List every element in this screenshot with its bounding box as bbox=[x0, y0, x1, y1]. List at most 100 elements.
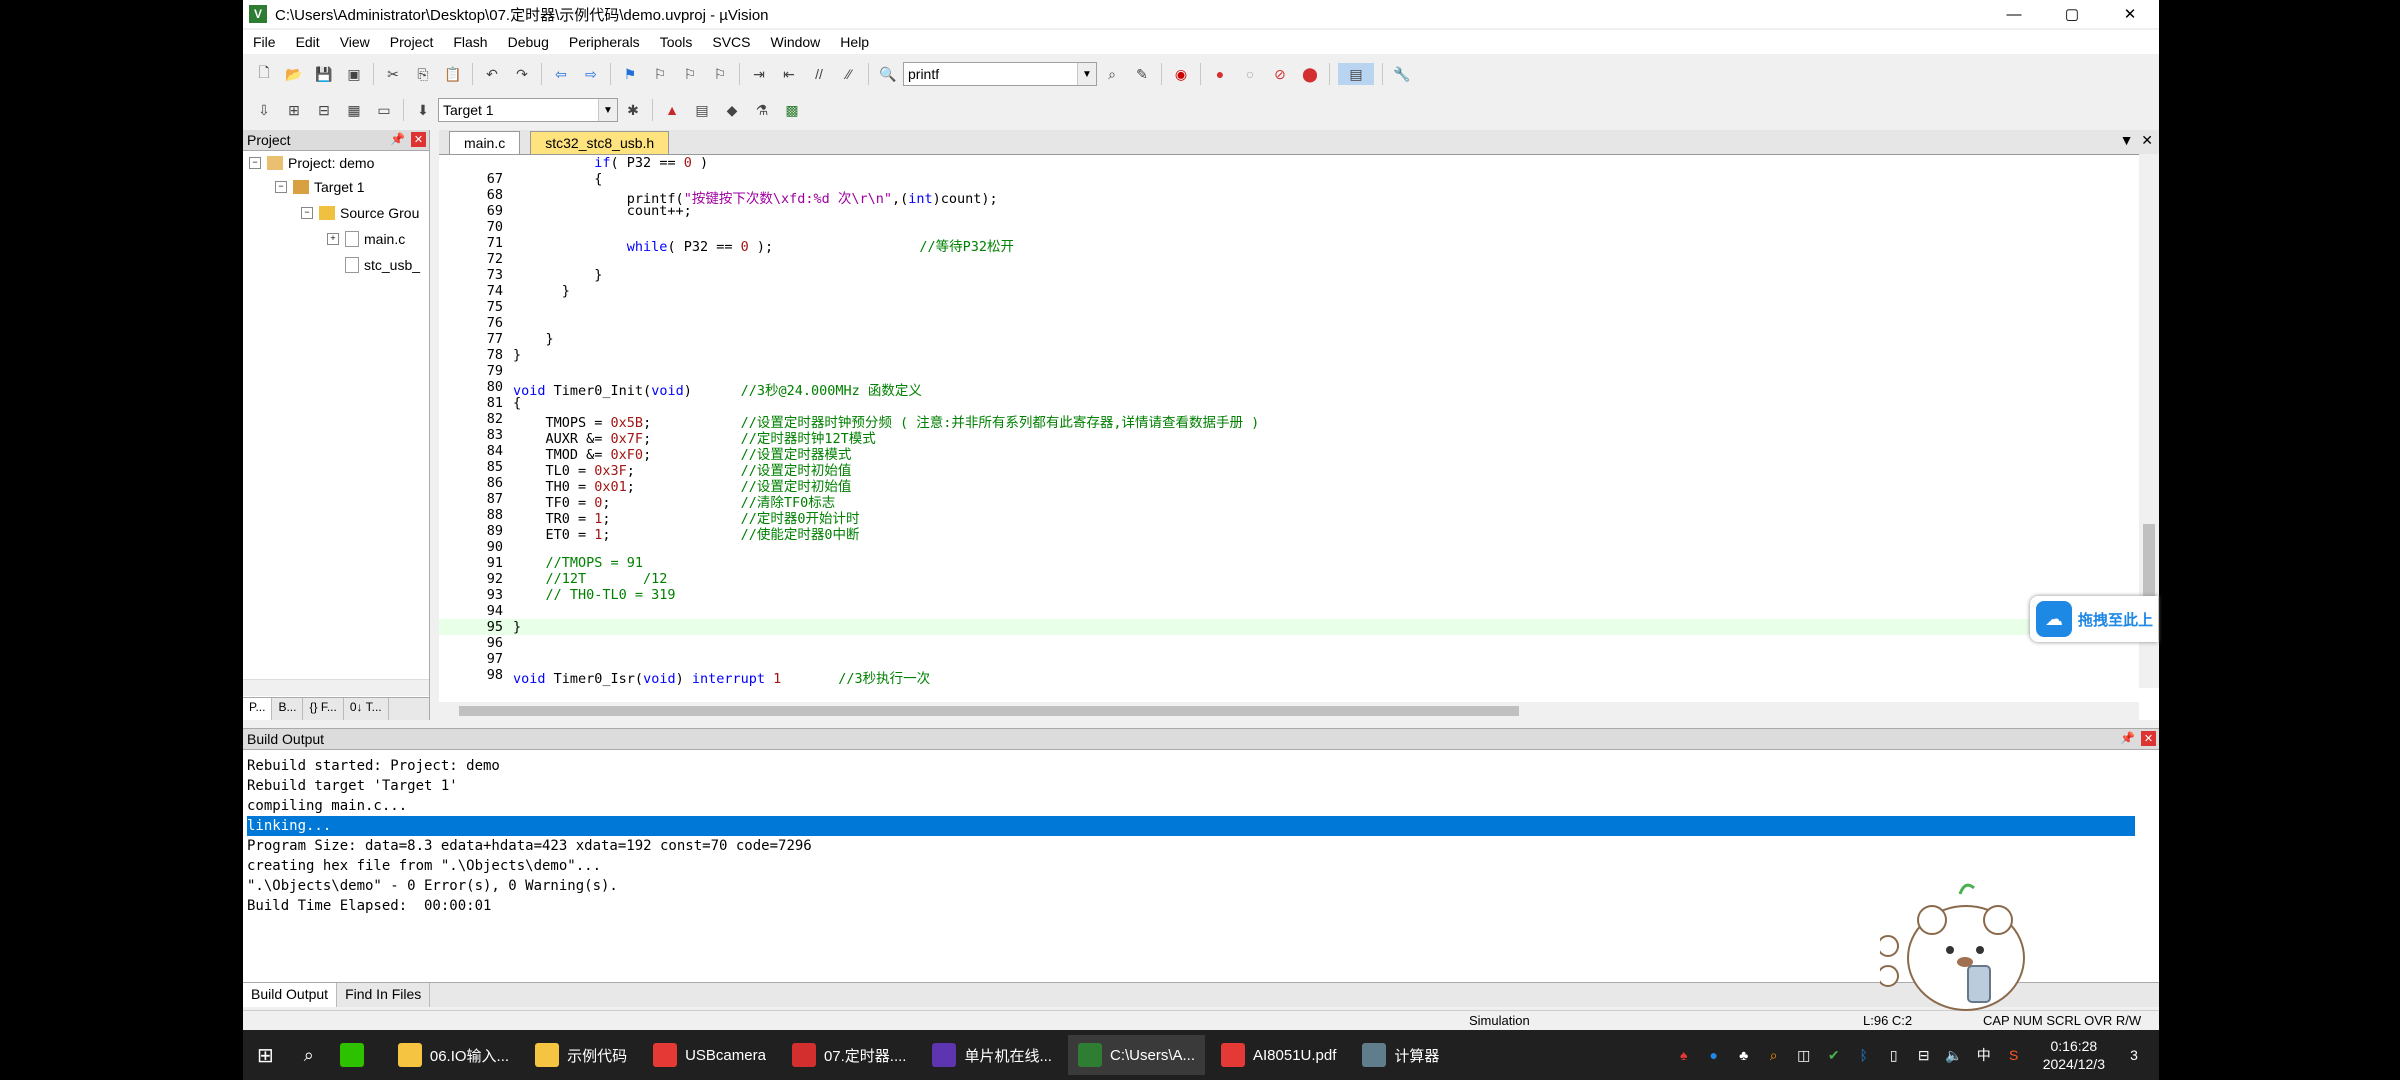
bookmark-clear-icon[interactable]: ⚐ bbox=[709, 63, 731, 85]
tray-app-icon[interactable]: ◫ bbox=[1795, 1046, 1813, 1064]
menu-project[interactable]: Project bbox=[380, 34, 444, 50]
minimize-button[interactable]: — bbox=[1985, 0, 2043, 28]
tray-app-icon[interactable]: S bbox=[2005, 1046, 2023, 1064]
manage-components-icon[interactable]: ▲ bbox=[661, 99, 683, 121]
menu-file[interactable]: File bbox=[243, 34, 286, 50]
menu-window[interactable]: Window bbox=[761, 34, 831, 50]
taskbar-item[interactable]: 06.IO输入... bbox=[388, 1035, 519, 1075]
window-layout-icon[interactable]: ▤ bbox=[1338, 63, 1374, 85]
menu-view[interactable]: View bbox=[330, 34, 380, 50]
open-folder-icon[interactable]: 📂 bbox=[283, 63, 305, 85]
collapse-icon[interactable]: − bbox=[249, 157, 261, 169]
nav-back-icon[interactable]: ⇦ bbox=[550, 63, 572, 85]
indent-icon[interactable]: ⇥ bbox=[748, 63, 770, 85]
target-select[interactable]: Target 1 ▼ bbox=[438, 98, 618, 122]
close-button[interactable]: ✕ bbox=[2101, 0, 2159, 28]
start-button[interactable]: ⊞ bbox=[243, 1035, 288, 1075]
tray-app-icon[interactable]: ♠ bbox=[1675, 1046, 1693, 1064]
clock[interactable]: 0:16:28 2024/12/3 bbox=[2043, 1037, 2105, 1073]
save-icon[interactable]: 💾 bbox=[313, 63, 335, 85]
find-combo[interactable]: printf ▼ bbox=[903, 62, 1097, 86]
editor-hscroll[interactable] bbox=[439, 702, 2139, 720]
tree-node-main-c[interactable]: + main.c bbox=[327, 231, 405, 247]
menu-tools[interactable]: Tools bbox=[650, 34, 703, 50]
undo-icon[interactable]: ↶ bbox=[481, 63, 503, 85]
redo-icon[interactable]: ↷ bbox=[511, 63, 533, 85]
tray-app-icon[interactable]: ✔ bbox=[1825, 1046, 1843, 1064]
close-icon[interactable]: ✕ bbox=[2141, 731, 2156, 746]
taskbar-item[interactable]: 计算器 bbox=[1352, 1035, 1449, 1075]
bookmark-next-icon[interactable]: ⚐ bbox=[679, 63, 701, 85]
search-button[interactable]: ⌕ bbox=[294, 1035, 324, 1075]
menu-debug[interactable]: Debug bbox=[498, 34, 559, 50]
unindent-icon[interactable]: ⇤ bbox=[778, 63, 800, 85]
breakpoint-disable-icon[interactable]: ○ bbox=[1239, 63, 1261, 85]
incremental-find-icon[interactable]: ✎ bbox=[1131, 63, 1153, 85]
tree-node-project[interactable]: − Project: demo bbox=[249, 155, 374, 171]
code-area[interactable]: if( P32 == 0 ) 67 { 68 printf("按键按下次数\xf… bbox=[439, 155, 2159, 689]
find-icon[interactable]: ⌕ bbox=[1101, 63, 1123, 85]
rebuild-icon[interactable]: ⊟ bbox=[313, 99, 335, 121]
drag-here-badge[interactable]: ☁ 拖拽至此上 bbox=[2030, 596, 2158, 642]
find-in-files-icon[interactable]: 🔍 bbox=[877, 63, 899, 85]
debug-session-icon[interactable]: ◉ bbox=[1170, 63, 1192, 85]
comment-icon[interactable]: // bbox=[808, 63, 830, 85]
breakpoint-kill-icon[interactable]: ⊘ bbox=[1269, 63, 1291, 85]
pin-icon[interactable]: 📌 bbox=[390, 132, 405, 146]
taskbar-item[interactable]: 07.定时器.... bbox=[782, 1035, 917, 1075]
run-time-env-icon[interactable]: ▩ bbox=[781, 99, 803, 121]
bookmark-prev-icon[interactable]: ⚐ bbox=[649, 63, 671, 85]
tab-main-c[interactable]: main.c bbox=[449, 131, 521, 154]
tree-node-source-group[interactable]: − Source Grou bbox=[301, 205, 419, 221]
tray-app-icon[interactable]: ♣ bbox=[1735, 1046, 1753, 1064]
maximize-button[interactable]: ▢ bbox=[2043, 0, 2101, 28]
save-all-icon[interactable]: ▣ bbox=[343, 63, 365, 85]
stop-build-icon[interactable]: ▭ bbox=[373, 99, 395, 121]
nav-forward-icon[interactable]: ⇨ bbox=[580, 63, 602, 85]
taskbar-item-active[interactable]: C:\Users\A... bbox=[1067, 1035, 1205, 1075]
breakpoint-list-icon[interactable]: ⬤ bbox=[1299, 63, 1321, 85]
tab-books[interactable]: B... bbox=[272, 698, 304, 720]
tab-templates[interactable]: 0↓ T... bbox=[344, 698, 389, 720]
chevron-down-icon[interactable]: ▼ bbox=[1077, 63, 1096, 85]
battery-icon[interactable]: ▯ bbox=[1885, 1046, 1903, 1064]
batch-build-icon[interactable]: ▦ bbox=[343, 99, 365, 121]
translate-icon[interactable]: ⇩ bbox=[253, 99, 275, 121]
configure-icon[interactable]: 🔧 bbox=[1391, 63, 1413, 85]
build-output-text[interactable]: Rebuild started: Project: demo Rebuild t… bbox=[243, 750, 2159, 922]
bookmark-icon[interactable]: ⚑ bbox=[619, 63, 641, 85]
wechat-button[interactable] bbox=[330, 1035, 382, 1075]
close-icon[interactable]: ✕ bbox=[411, 132, 426, 147]
bluetooth-icon[interactable]: ᛒ bbox=[1855, 1046, 1873, 1064]
tray-app-icon[interactable]: ⌕ bbox=[1765, 1046, 1783, 1064]
uncomment-icon[interactable]: ⁄⁄ bbox=[838, 63, 860, 85]
network-icon[interactable]: ⊟ bbox=[1915, 1046, 1933, 1064]
tray-app-icon[interactable]: ● bbox=[1705, 1046, 1723, 1064]
menu-edit[interactable]: Edit bbox=[286, 34, 330, 50]
ime-indicator[interactable]: 中 bbox=[1975, 1046, 1993, 1064]
taskbar-item[interactable]: USBcamera bbox=[643, 1035, 776, 1075]
menu-svcs[interactable]: SVCS bbox=[702, 34, 760, 50]
select-packs-icon[interactable]: ▤ bbox=[691, 99, 713, 121]
taskbar-item[interactable]: 单片机在线... bbox=[922, 1035, 1062, 1075]
chevron-down-icon[interactable]: ▼ bbox=[598, 99, 617, 121]
pin-icon[interactable]: 📌 bbox=[2120, 731, 2135, 745]
tab-find-in-files[interactable]: Find In Files bbox=[337, 983, 431, 1007]
build-icon[interactable]: ⊞ bbox=[283, 99, 305, 121]
tree-node-stc-usb[interactable]: stc_usb_ bbox=[345, 257, 420, 273]
tree-node-target[interactable]: − Target 1 bbox=[275, 179, 365, 195]
paste-icon[interactable]: 📋 bbox=[442, 63, 464, 85]
scroll-thumb[interactable] bbox=[459, 706, 1519, 716]
menu-peripherals[interactable]: Peripherals bbox=[559, 34, 650, 50]
pack-installer-icon[interactable]: ⚗ bbox=[751, 99, 773, 121]
menu-flash[interactable]: Flash bbox=[443, 34, 497, 50]
download-icon[interactable]: ⬇ bbox=[412, 99, 434, 121]
menu-help[interactable]: Help bbox=[830, 34, 879, 50]
manage-rte-icon[interactable]: ◆ bbox=[721, 99, 743, 121]
tab-project[interactable]: P... bbox=[243, 698, 273, 720]
new-file-icon[interactable]: 🗋 bbox=[253, 63, 275, 85]
tab-stc-usb-header[interactable]: stc32_stc8_usb.h bbox=[530, 131, 670, 154]
copy-icon[interactable]: ⎘ bbox=[412, 63, 434, 85]
cut-icon[interactable]: ✂ bbox=[382, 63, 404, 85]
notification-icon[interactable]: 3 bbox=[2125, 1046, 2143, 1064]
